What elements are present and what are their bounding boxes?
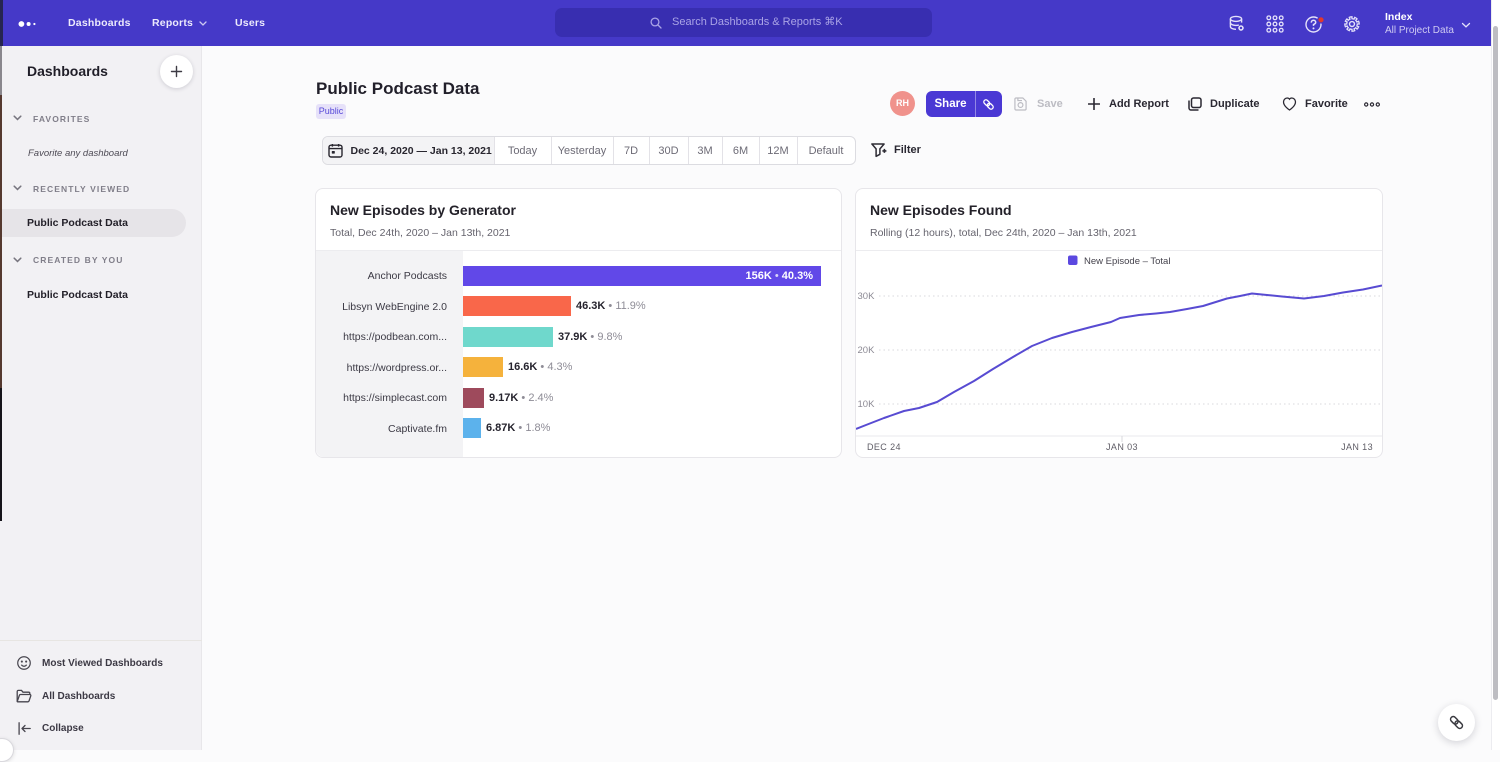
svg-text:20K: 20K (858, 345, 876, 356)
svg-text:DEC 24: DEC 24 (867, 442, 901, 452)
svg-text:New Episode – Total: New Episode – Total (1084, 256, 1170, 267)
svg-text:JAN 13: JAN 13 (1341, 442, 1373, 452)
svg-text:30K: 30K (858, 291, 876, 302)
svg-text:10K: 10K (858, 399, 876, 410)
svg-text:JAN 03: JAN 03 (1106, 442, 1138, 452)
